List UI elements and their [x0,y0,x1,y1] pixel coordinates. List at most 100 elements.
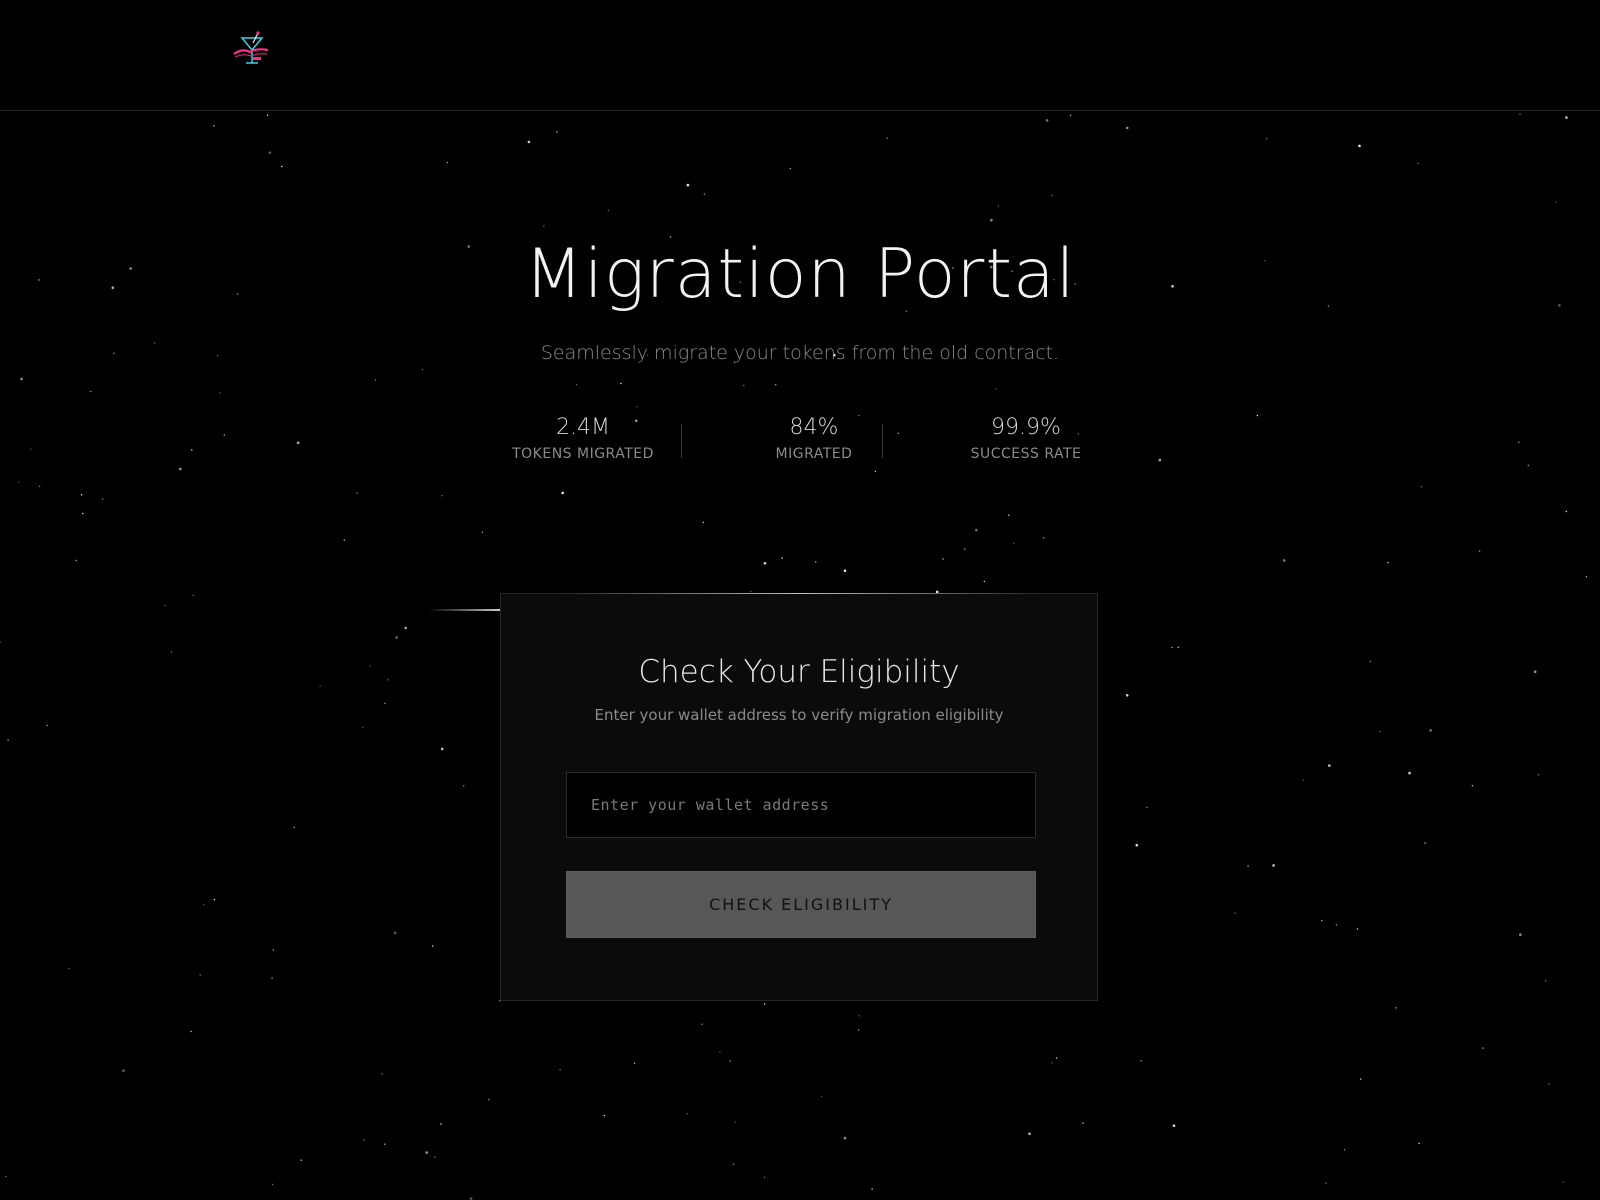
star [843,1136,847,1140]
page-title: Migration Portal [524,235,1076,314]
star [1328,764,1331,767]
star [191,449,193,451]
wallet-address-input[interactable] [566,772,1036,838]
star [1420,486,1423,488]
star [556,131,558,133]
stat-value: 2.4M [556,415,610,440]
star [1082,1122,1084,1124]
star [763,561,767,565]
star [387,679,389,681]
star [820,1095,823,1098]
card-title: Check Your Eligibility [638,654,960,690]
stat-divider [681,424,682,458]
star [983,580,986,583]
star [1356,928,1359,930]
star [1140,1060,1142,1062]
star [425,1151,429,1154]
star [1282,559,1286,562]
star [1055,1057,1058,1059]
star [20,377,23,381]
star [1471,785,1474,787]
star [381,1073,383,1075]
star [874,470,876,473]
shooting-star-streak [428,609,500,611]
stat-tokens-migrated: 2.4M TOKENS MIGRATED [500,414,666,462]
stat-value: 99.9% [991,415,1061,440]
star [964,548,966,550]
card-top-glow [560,593,1040,594]
star [1585,576,1588,578]
star [719,1051,721,1053]
star [1544,980,1547,982]
star [975,528,978,532]
star [271,977,273,979]
cocktail-logo-icon[interactable] [232,30,272,70]
page-subtitle: Seamlessly migrate your tokens from the … [540,342,1060,364]
star [440,747,444,751]
star [1171,646,1173,649]
star [1125,694,1129,697]
star [213,125,215,127]
top-header [0,0,1600,111]
star [356,492,358,494]
star [1247,865,1249,867]
star [1051,1062,1053,1064]
star [17,481,20,483]
star [1527,464,1530,467]
star [374,379,377,381]
star [213,898,216,901]
star [636,406,638,408]
star [440,1123,442,1125]
check-eligibility-button[interactable]: CHECK ELIGIBILITY [566,871,1036,938]
star [559,1069,561,1071]
star [603,1114,606,1117]
star [781,557,783,559]
star [488,1098,490,1101]
star [46,724,48,727]
star [1272,864,1275,867]
star [1538,774,1540,776]
stats-row: 2.4M TOKENS MIGRATED 84% MIGRATED 99.9% … [500,414,1100,470]
migration-portal-page: Migration Portal Seamlessly migrate your… [0,0,1600,1200]
star [363,1139,365,1141]
star [393,931,397,935]
star [1379,730,1381,733]
star [192,594,194,596]
star [82,512,84,515]
star [362,726,364,728]
star [1343,1149,1346,1151]
star [1418,1142,1420,1145]
star [384,1143,386,1145]
star [281,165,283,168]
star [763,1176,766,1179]
star [1008,514,1010,516]
star [30,448,32,450]
stat-label: TOKENS MIGRATED [512,446,654,462]
star [843,569,847,572]
star [300,1159,302,1161]
star [1478,550,1481,552]
star [271,1183,274,1186]
star [469,1197,473,1200]
star [384,702,386,705]
star [997,205,1000,207]
star [543,225,545,227]
star [266,114,269,116]
star [1028,1132,1031,1136]
star [1335,924,1338,926]
star [703,193,706,195]
star [734,1121,737,1123]
star [404,626,408,630]
star [101,498,104,500]
star [1045,119,1049,122]
stat-divider [882,424,883,458]
star [686,1113,688,1115]
star [1482,1047,1484,1049]
card-subtitle: Enter your wallet address to verify migr… [594,706,1004,724]
star [1408,771,1411,775]
star [1265,138,1268,140]
star [343,539,345,541]
star [1125,126,1129,130]
star [202,903,205,906]
star [1043,537,1045,539]
